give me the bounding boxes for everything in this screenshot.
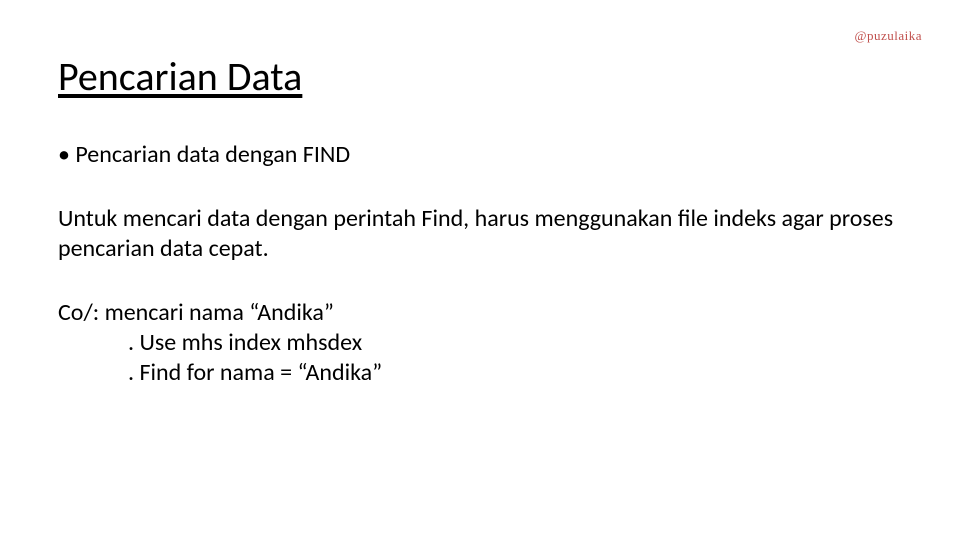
- watermark: @puzulaika: [854, 28, 922, 44]
- example-block: Co/: mencari nama “Andika” . Use mhs ind…: [58, 298, 900, 388]
- bullet-item: • Pencarian data dengan FIND: [58, 140, 900, 170]
- example-line: . Use mhs index mhsdex: [58, 328, 900, 358]
- slide: @puzulaika Pencarian Data • Pencarian da…: [0, 0, 960, 540]
- paragraph: Untuk mencari data dengan perintah Find,…: [58, 204, 900, 264]
- example-intro: Co/: mencari nama “Andika”: [58, 298, 900, 328]
- slide-body: • Pencarian data dengan FIND Untuk menca…: [58, 140, 900, 388]
- slide-title: Pencarian Data: [58, 52, 302, 101]
- example-line: . Find for nama = “Andika”: [58, 358, 900, 388]
